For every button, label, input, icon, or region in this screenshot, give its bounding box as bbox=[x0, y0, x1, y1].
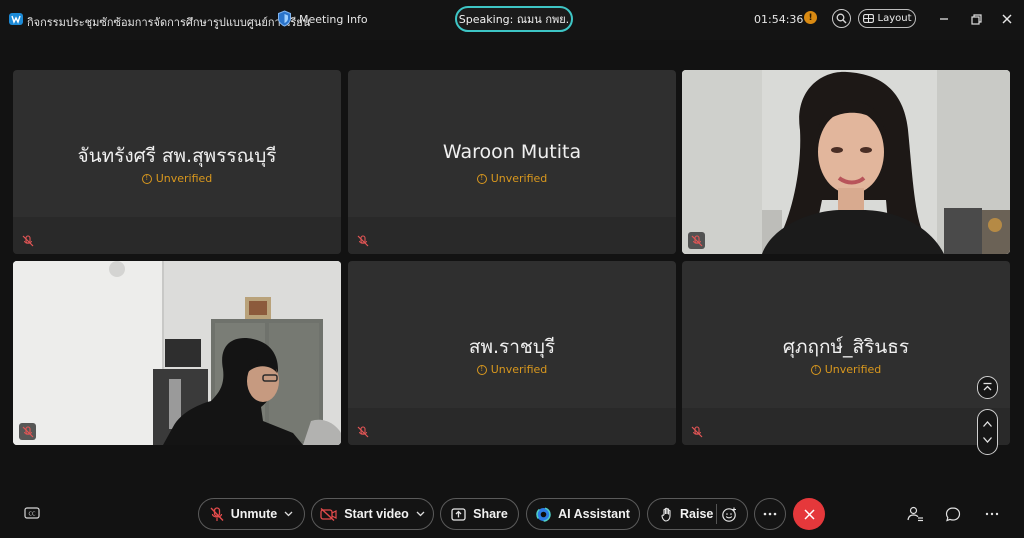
meeting-title: กิจกรรมประชุมซักซ้อมการจัดการศึกษารูปแบบ… bbox=[27, 16, 311, 29]
participant-video-feed bbox=[13, 261, 341, 445]
chevron-down-icon[interactable] bbox=[416, 511, 425, 517]
video-off-icon bbox=[320, 507, 337, 521]
chevron-up-icon[interactable] bbox=[982, 420, 993, 428]
more-icon bbox=[985, 512, 999, 516]
meeting-timer: 01:54:36 bbox=[754, 13, 804, 26]
participant-tile-5[interactable]: สพ.ราชบุรี ! Unverified bbox=[348, 261, 676, 445]
raise-hand-icon bbox=[661, 507, 671, 522]
info-icon: ! bbox=[810, 364, 821, 375]
chevron-down-icon[interactable] bbox=[284, 511, 293, 517]
minimize-button[interactable] bbox=[936, 11, 952, 27]
close-window-button[interactable] bbox=[999, 11, 1015, 27]
captions-icon: CC bbox=[24, 507, 40, 519]
more-icon bbox=[763, 512, 777, 516]
mic-muted-icon bbox=[210, 506, 224, 521]
end-call-button[interactable] bbox=[793, 498, 825, 530]
share-icon bbox=[451, 507, 466, 521]
mic-muted-icon bbox=[19, 232, 36, 249]
scroll-top-icon bbox=[983, 382, 992, 391]
layout-label: Layout bbox=[877, 13, 912, 24]
unmute-button[interactable]: Unmute bbox=[198, 498, 305, 530]
restore-icon bbox=[970, 13, 982, 25]
zoom-button[interactable] bbox=[832, 9, 851, 28]
start-video-button[interactable]: Start video bbox=[311, 498, 434, 530]
share-label: Share bbox=[473, 507, 508, 521]
participant-video-feed bbox=[682, 70, 1010, 254]
participant-name: Waroon Mutita bbox=[442, 141, 582, 163]
participants-button[interactable] bbox=[906, 505, 924, 523]
webex-logo-icon bbox=[9, 13, 23, 25]
scroll-to-top-button[interactable] bbox=[977, 376, 998, 399]
unverified-badge: ! Unverified bbox=[682, 363, 1010, 376]
layout-button[interactable]: Layout bbox=[858, 9, 916, 28]
title-bar: กิจกรรมประชุมซักซ้อมการจัดการศึกษารูปแบบ… bbox=[0, 0, 1024, 40]
more-options-button[interactable] bbox=[754, 498, 786, 530]
svg-text:CC: CC bbox=[29, 512, 36, 518]
participant-name: สพ.ราชบุรี bbox=[468, 336, 556, 358]
participant-name: ศุภฤกษ์_สิรินธร bbox=[782, 336, 910, 358]
ai-assistant-button[interactable]: AI Assistant bbox=[526, 498, 640, 530]
end-call-icon bbox=[803, 508, 815, 520]
unverified-badge: ! Unverified bbox=[13, 172, 341, 185]
mic-muted-icon bbox=[354, 232, 371, 249]
speaking-indicator: Speaking: ณมน กพย. bbox=[455, 6, 573, 32]
participant-name: จันทรังศรี สพ.สุพรรณบุรี bbox=[77, 145, 277, 167]
close-icon bbox=[1002, 14, 1012, 24]
ai-assistant-icon bbox=[536, 506, 551, 522]
participant-tile-2[interactable]: Waroon Mutita ! Unverified bbox=[348, 70, 676, 254]
raise-hand-button[interactable]: Raise bbox=[647, 498, 748, 530]
chevron-down-icon[interactable] bbox=[982, 436, 993, 444]
participant-tile-6[interactable]: ศุภฤกษ์_สิรินธร ! Unverified bbox=[682, 261, 1010, 445]
info-icon: ! bbox=[476, 364, 487, 375]
restore-button[interactable] bbox=[968, 11, 984, 27]
mic-muted-icon bbox=[688, 232, 705, 249]
unmute-label: Unmute bbox=[230, 507, 278, 521]
raise-label: Raise bbox=[680, 507, 714, 521]
more-menu-button[interactable] bbox=[983, 505, 1001, 523]
shield-icon[interactable] bbox=[277, 10, 292, 27]
start-video-label: Start video bbox=[344, 507, 409, 521]
zoom-icon bbox=[836, 13, 847, 24]
meeting-info-link[interactable]: Meeting Info bbox=[299, 13, 368, 26]
ai-assistant-label: AI Assistant bbox=[558, 507, 630, 521]
info-icon: ! bbox=[141, 173, 152, 184]
mic-muted-icon bbox=[19, 423, 36, 440]
participant-video-3[interactable] bbox=[682, 70, 1010, 254]
layout-icon bbox=[862, 14, 874, 23]
connection-status-badge[interactable]: ! bbox=[804, 11, 817, 24]
minimize-icon bbox=[940, 18, 948, 20]
mic-muted-icon bbox=[354, 423, 371, 440]
chat-icon bbox=[945, 507, 961, 522]
share-button[interactable]: Share bbox=[440, 498, 519, 530]
mic-muted-icon bbox=[688, 423, 705, 440]
reaction-icon[interactable] bbox=[721, 506, 738, 523]
page-scroll-control[interactable] bbox=[977, 409, 998, 455]
captions-button[interactable]: CC bbox=[23, 505, 41, 523]
participant-video-4[interactable] bbox=[13, 261, 341, 445]
chat-button[interactable] bbox=[944, 505, 962, 523]
unverified-badge: ! Unverified bbox=[348, 363, 676, 376]
info-icon: ! bbox=[476, 173, 487, 184]
participants-icon bbox=[906, 506, 923, 522]
participant-tile-1[interactable]: จันทรังศรี สพ.สุพรรณบุรี ! Unverified bbox=[13, 70, 341, 254]
unverified-badge: ! Unverified bbox=[348, 172, 676, 185]
